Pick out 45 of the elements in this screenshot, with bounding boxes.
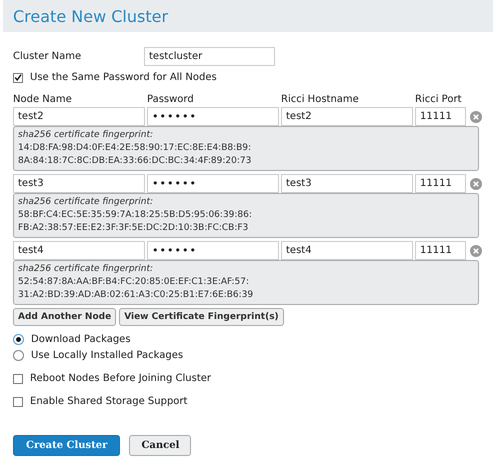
remove-icon[interactable] [470, 178, 482, 190]
checkbox[interactable] [13, 396, 23, 406]
radio-button[interactable] [13, 350, 24, 361]
checkbox-label: Use the Same Password for All Nodes [30, 72, 217, 83]
checkbox[interactable] [13, 374, 23, 384]
password-field[interactable]: •••••• [147, 174, 279, 193]
column-header: Node Name [13, 94, 73, 104]
node-name-field[interactable]: test3 [13, 174, 145, 193]
hostname-field[interactable]: test2 [281, 107, 413, 126]
node-button[interactable]: Add Another Node [13, 308, 116, 326]
fingerprint-value: 14:D8:FA:98:D4:0F:E4:2E:58:90:17:EC:8E:E4:B8:B9: [18, 142, 252, 155]
checkbox[interactable] [13, 72, 23, 82]
fingerprint-value: 8A:84:18:7C:8C:DB:EA:33:66:DC:BC:34:4F:89:20:73 [18, 155, 252, 168]
fingerprint-label: sha256 certificate fingerprint: [18, 129, 154, 142]
hostname-field[interactable]: test4 [281, 241, 413, 260]
cluster-name-field[interactable]: testcluster [144, 46, 275, 66]
port-field[interactable]: 11111 [415, 107, 466, 126]
port-field[interactable]: 11111 [415, 174, 466, 193]
fingerprint-value: 31:A2:BD:39:AD:AB:02:61:A3:C0:25:B1:E7:6E:B6:39 [18, 289, 254, 302]
fingerprint-value: 58:BF:C4:EC:5E:35:59:7A:18:25:5B:D5:95:06:39:86: [18, 209, 253, 222]
radio-button[interactable] [13, 334, 24, 345]
fingerprint-label: sha256 certificate fingerprint: [18, 263, 154, 276]
fingerprint-value: FB:A2:38:57:EE:E2:3F:3F:5E:DC:2D:10:3B:FC:CB:F3 [18, 222, 250, 235]
column-header: Ricci Hostname [281, 94, 360, 104]
password-field[interactable]: •••••• [147, 241, 279, 260]
remove-icon[interactable] [470, 110, 482, 122]
port-field[interactable]: 11111 [415, 241, 466, 260]
node-name-field[interactable]: test4 [13, 241, 145, 260]
password-field[interactable]: •••••• [147, 107, 279, 126]
cluster-name-label: Cluster Name [13, 50, 82, 62]
fingerprint-value: 52:54:87:8A:AA:BF:B4:FC:20:85:0E:EF:C1:3E:AF:57: [18, 276, 250, 289]
node-name-field[interactable]: test2 [13, 107, 145, 126]
radio-label: Use Locally Installed Packages [31, 350, 184, 361]
remove-icon[interactable] [470, 244, 482, 256]
fingerprint-label: sha256 certificate fingerprint: [18, 196, 154, 209]
cancel-button[interactable]: Cancel [129, 435, 192, 456]
window-title: Create New Cluster [13, 6, 168, 26]
column-header: Ricci Port [415, 94, 463, 104]
create-button[interactable]: Create Cluster [13, 435, 120, 456]
radio-label: Download Packages [31, 334, 131, 345]
hostname-field[interactable]: test3 [281, 174, 413, 193]
node-button[interactable]: View Certificate Fingerprint(s) [119, 308, 284, 326]
checkbox-label: Reboot Nodes Before Joining Cluster [30, 373, 212, 384]
column-header: Password [147, 94, 195, 104]
checkbox-label: Enable Shared Storage Support [30, 396, 188, 407]
